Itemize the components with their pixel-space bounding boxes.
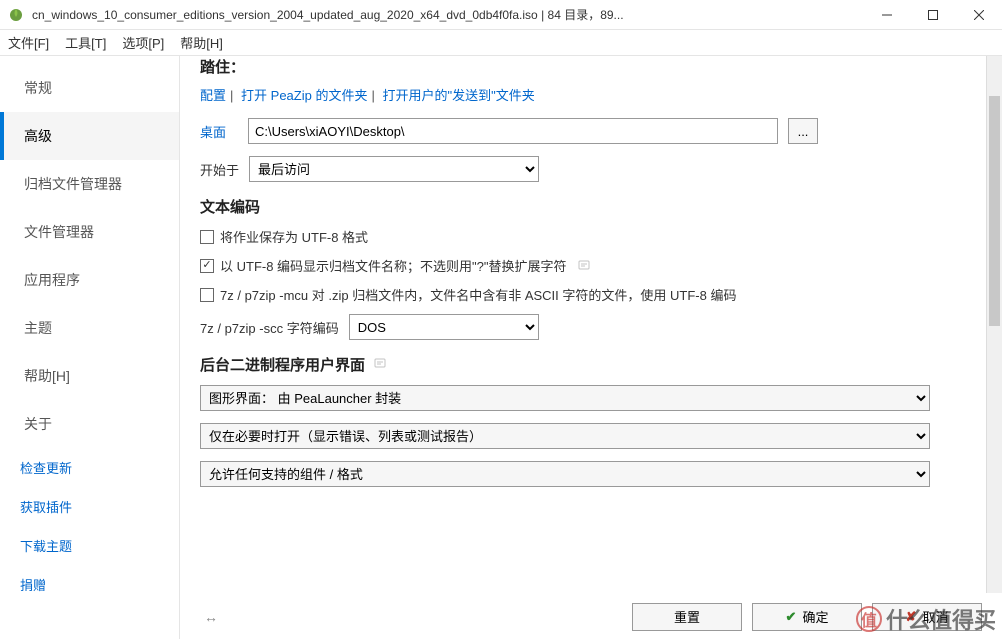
reset-button[interactable]: 重置 bbox=[632, 603, 742, 631]
sidebar-link-donate[interactable]: 捐赠 bbox=[0, 565, 179, 604]
backend-heading: 后台二进制程序用户界面 bbox=[200, 354, 982, 375]
vertical-scrollbar[interactable] bbox=[986, 56, 1002, 593]
paths-heading-truncated: 踏住： bbox=[200, 56, 982, 77]
desktop-path-row: 桌面 ... bbox=[200, 118, 982, 144]
sidebar-item-applications[interactable]: 应用程序 bbox=[0, 256, 179, 304]
cb-row-utf8-save: 将作业保存为 UTF-8 格式 bbox=[200, 227, 982, 246]
sidebar-link-check-update[interactable]: 检查更新 bbox=[0, 448, 179, 487]
label-utf8-save: 将作业保存为 UTF-8 格式 bbox=[220, 227, 368, 246]
sidebar: 常规 高级 归档文件管理器 文件管理器 应用程序 主题 帮助[H] 关于 检查更… bbox=[0, 56, 180, 639]
app-icon bbox=[8, 7, 24, 23]
link-open-peazip-folder[interactable]: 打开 PeaZip 的文件夹 bbox=[241, 88, 367, 103]
config-links-row: 配置| 打开 PeaZip 的文件夹| 打开用户的"发送到"文件夹 bbox=[200, 85, 982, 104]
sidebar-link-download-theme[interactable]: 下载主题 bbox=[0, 526, 179, 565]
x-icon: ✘ bbox=[906, 609, 917, 625]
link-config[interactable]: 配置 bbox=[200, 88, 226, 103]
sidebar-item-about[interactable]: 关于 bbox=[0, 400, 179, 448]
ok-button[interactable]: ✔确定 bbox=[752, 603, 862, 631]
start-at-row: 开始于 最后访问 bbox=[200, 156, 982, 182]
formats-select[interactable]: 允许任何支持的组件 / 格式 bbox=[200, 461, 930, 487]
window-controls bbox=[864, 0, 1002, 30]
gui-wrap-select[interactable]: 图形界面： 由 PeaLauncher 封装 bbox=[200, 385, 930, 411]
menu-tools[interactable]: 工具[T] bbox=[65, 33, 106, 52]
menu-options[interactable]: 选项[P] bbox=[122, 33, 164, 52]
scrollbar-thumb[interactable] bbox=[989, 96, 1000, 326]
footer: ↔ 重置 ✔确定 ✘取消 bbox=[180, 593, 1002, 639]
resize-handle-icon[interactable]: ↔ bbox=[204, 609, 218, 625]
hint-icon[interactable] bbox=[373, 357, 387, 371]
check-icon: ✔ bbox=[786, 609, 797, 625]
menu-file[interactable]: 文件[F] bbox=[8, 33, 49, 52]
cb-row-utf8-filenames: 以 UTF-8 编码显示归档文件名称；不选则用"?"替换扩展字符 bbox=[200, 256, 982, 275]
label-utf8-filenames: 以 UTF-8 编码显示归档文件名称；不选则用"?"替换扩展字符 bbox=[220, 256, 567, 275]
content-area: 踏住： 配置| 打开 PeaZip 的文件夹| 打开用户的"发送到"文件夹 桌面… bbox=[180, 56, 1002, 639]
sidebar-link-get-plugins[interactable]: 获取插件 bbox=[0, 487, 179, 526]
scc-select[interactable]: DOS bbox=[349, 314, 539, 340]
minimize-button[interactable] bbox=[864, 0, 910, 30]
sidebar-item-archive-manager[interactable]: 归档文件管理器 bbox=[0, 160, 179, 208]
checkbox-utf8-filenames[interactable] bbox=[200, 259, 214, 273]
sidebar-item-help[interactable]: 帮助[H] bbox=[0, 352, 179, 400]
cb-row-7z-mcu: 7z / p7zip -mcu 对 .zip 归档文件内，文件名中含有非 ASC… bbox=[200, 285, 982, 304]
sidebar-item-file-manager[interactable]: 文件管理器 bbox=[0, 208, 179, 256]
scc-label: 7z / p7zip -scc 字符编码 bbox=[200, 318, 339, 337]
label-7z-mcu: 7z / p7zip -mcu 对 .zip 归档文件内，文件名中含有非 ASC… bbox=[220, 285, 736, 304]
desktop-path-input[interactable] bbox=[248, 118, 778, 144]
titlebar: cn_windows_10_consumer_editions_version_… bbox=[0, 0, 1002, 30]
sidebar-item-advanced[interactable]: 高级 bbox=[0, 112, 179, 160]
start-at-select[interactable]: 最后访问 bbox=[249, 156, 539, 182]
cancel-button[interactable]: ✘取消 bbox=[872, 603, 982, 631]
sidebar-item-theme[interactable]: 主题 bbox=[0, 304, 179, 352]
hint-icon[interactable] bbox=[577, 259, 591, 273]
menu-help[interactable]: 帮助[H] bbox=[180, 33, 223, 52]
scc-row: 7z / p7zip -scc 字符编码 DOS bbox=[200, 314, 982, 340]
open-policy-select[interactable]: 仅在必要时打开（显示错误、列表或测试报告） bbox=[200, 423, 930, 449]
link-open-sendto-folder[interactable]: 打开用户的"发送到"文件夹 bbox=[382, 88, 534, 103]
checkbox-utf8-save[interactable] bbox=[200, 230, 214, 244]
checkbox-7z-mcu[interactable] bbox=[200, 288, 214, 302]
start-at-label: 开始于 bbox=[200, 160, 239, 179]
desktop-label[interactable]: 桌面 bbox=[200, 122, 238, 141]
encoding-heading: 文本编码 bbox=[200, 196, 982, 217]
close-button[interactable] bbox=[956, 0, 1002, 30]
menubar: 文件[F] 工具[T] 选项[P] 帮助[H] bbox=[0, 30, 1002, 56]
browse-desktop-button[interactable]: ... bbox=[788, 118, 818, 144]
maximize-button[interactable] bbox=[910, 0, 956, 30]
sidebar-item-general[interactable]: 常规 bbox=[0, 64, 179, 112]
window-title: cn_windows_10_consumer_editions_version_… bbox=[32, 6, 864, 23]
